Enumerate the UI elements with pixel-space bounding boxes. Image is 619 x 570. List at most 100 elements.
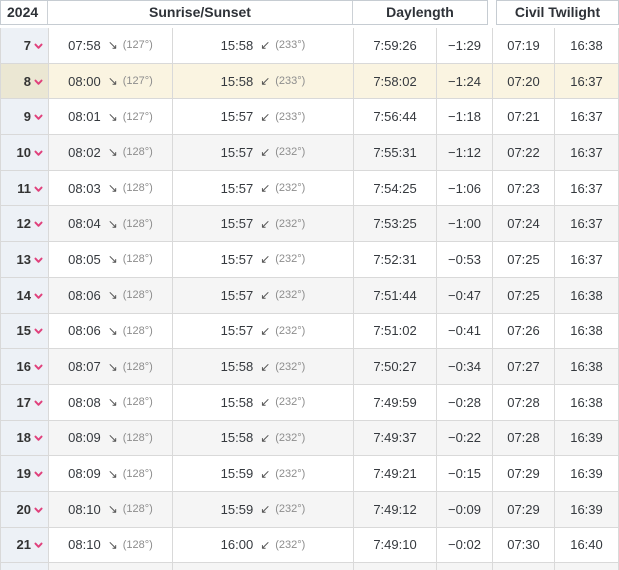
civil-start: 07:19 xyxy=(507,37,540,53)
chevron-down-icon xyxy=(34,221,43,228)
civil-start-cell: 07:28 xyxy=(493,384,555,420)
civil-end: 16:37 xyxy=(570,73,603,89)
table-row: 7 07:58 ↘ (127°) 15:58 ↙ (233°) 7:59:26 … xyxy=(0,28,619,64)
day-cell[interactable]: 11 xyxy=(1,170,49,206)
civil-end-cell: 16:39 xyxy=(555,491,619,527)
day-cell[interactable]: 14 xyxy=(1,277,49,313)
sunrise-azimuth: (128°) xyxy=(122,324,153,337)
daylength-value: 7:49:21 xyxy=(373,466,417,482)
sunset-time: 15:57 xyxy=(220,323,254,339)
table-row: 16 08:07 ↘ (128°) 15:58 ↙ (232°) 7:50:27… xyxy=(0,349,619,385)
daylength-cell: 7:49:10 xyxy=(354,527,437,563)
header-group-civil: Civil Twilight xyxy=(496,0,619,25)
sunset-arrow-icon: ↙ xyxy=(260,145,271,160)
sunset-time: 15:58 xyxy=(220,37,254,53)
sunset-time: 15:59 xyxy=(220,466,254,482)
day-number: 17 xyxy=(16,394,31,410)
sunrise-cell: 08:07 ↘ (128°) xyxy=(49,349,173,384)
day-number: 16 xyxy=(16,359,31,375)
sunset-time: 15:57 xyxy=(220,287,254,303)
day-cell[interactable]: 15 xyxy=(1,313,49,349)
sunset-arrow-icon: ↙ xyxy=(260,288,271,303)
sunset-time: 16:00 xyxy=(220,537,254,553)
sunrise-cell: 08:09 ↘ (128°) xyxy=(49,420,173,456)
sunrise-cell: 07:58 ↘ (127°) xyxy=(49,28,173,63)
sunset-cell: 16:00 ↙ (232°) xyxy=(173,527,354,563)
civil-end: 16:38 xyxy=(570,323,603,339)
daylength-diff: −0:28 xyxy=(448,394,481,410)
table-row: 11 08:03 ↘ (128°) 15:57 ↙ (232°) 7:54:25… xyxy=(0,170,619,207)
table-header: 2024 Sunrise/Sunset Daylength Civil Twil… xyxy=(0,0,619,25)
civil-end-cell: 16:38 xyxy=(555,313,619,349)
sunrise-arrow-icon: ↘ xyxy=(107,181,118,196)
daylength-diff: −0:15 xyxy=(448,466,481,482)
sunset-azimuth: (232°) xyxy=(275,182,306,195)
chevron-down-icon xyxy=(34,257,43,263)
table-row: 12 08:04 ↘ (128°) 15:57 ↙ (232°) 7:53:25… xyxy=(0,206,619,243)
civil-start: 07:26 xyxy=(507,323,540,339)
day-cell[interactable]: 7 xyxy=(1,28,49,63)
sunrise-azimuth: (128°) xyxy=(122,253,153,266)
daylength-cell: 7:49:59 xyxy=(354,384,437,420)
chevron-down-icon xyxy=(34,114,43,120)
civil-start-cell: 07:23 xyxy=(493,170,555,206)
table-row: 18 08:09 ↘ (128°) 15:58 ↙ (232°) 7:49:37… xyxy=(0,420,619,457)
table-row: 17 08:08 ↘ (128°) 15:58 ↙ (232°) 7:49:59… xyxy=(0,384,619,421)
sunset-time: 15:58 xyxy=(220,430,254,446)
civil-end-cell: 16:38 xyxy=(555,28,619,63)
sunset-cell: 15:59 ↙ (232°) xyxy=(173,491,354,527)
sunset-arrow-icon: ↙ xyxy=(260,74,271,89)
sunrise-cell: 08:10 ↘ (128°) xyxy=(49,527,173,563)
chevron-down-icon xyxy=(34,400,43,406)
day-cell[interactable]: 9 xyxy=(1,99,49,135)
sunset-arrow-icon: ↙ xyxy=(260,430,271,445)
sunset-arrow-icon: ↙ xyxy=(260,38,271,53)
day-cell[interactable]: 18 xyxy=(1,420,49,456)
sunset-arrow-icon: ↙ xyxy=(260,216,271,231)
civil-start: 07:22 xyxy=(507,144,540,160)
sunset-arrow-icon: ↙ xyxy=(260,466,271,481)
civil-end: 16:37 xyxy=(570,180,603,196)
day-cell[interactable]: 21 xyxy=(1,527,49,563)
sunset-time: 15:58 xyxy=(220,394,254,410)
sunrise-arrow-icon: ↘ xyxy=(107,466,118,481)
sunrise-azimuth: (127°) xyxy=(122,39,153,52)
daylength-diff: −0:53 xyxy=(448,251,481,267)
year-header: 2024 xyxy=(1,1,48,24)
daylength-diff: −1:12 xyxy=(448,144,481,160)
civil-start-cell: 07:19 xyxy=(493,28,555,63)
day-cell[interactable]: 8 xyxy=(1,63,49,99)
daylength-value: 7:58:02 xyxy=(373,73,417,89)
chevron-down-icon xyxy=(34,507,43,513)
civil-end: 16:38 xyxy=(570,359,603,375)
civil-end-cell: 16:40 xyxy=(555,527,619,563)
sunrise-time: 08:07 xyxy=(68,359,101,375)
daylength-diff: −0:34 xyxy=(448,359,481,375)
sunrise-time: 07:58 xyxy=(68,37,101,53)
daylength-cell: 7:53:25 xyxy=(354,206,437,242)
daylength-value: 7:59:26 xyxy=(373,37,417,53)
day-cell[interactable]: 16 xyxy=(1,349,49,384)
day-cell[interactable]: 20 xyxy=(1,491,49,527)
day-number: 21 xyxy=(16,537,31,553)
day-cell[interactable]: 17 xyxy=(1,384,49,420)
sunrise-azimuth: (128°) xyxy=(122,217,153,230)
sunset-azimuth: (233°) xyxy=(275,39,306,52)
day-cell[interactable]: 19 xyxy=(1,456,49,491)
civil-end: 16:37 xyxy=(570,144,603,160)
day-cell[interactable]: 10 xyxy=(1,135,49,170)
day-cell[interactable]: 13 xyxy=(1,242,49,277)
civil-end: 16:40 xyxy=(570,537,603,553)
sunrise-arrow-icon: ↘ xyxy=(107,145,118,160)
sunset-time: 15:57 xyxy=(220,144,254,160)
day-number: 11 xyxy=(17,180,31,196)
sun-times-table: 2024 Sunrise/Sunset Daylength Civil Twil… xyxy=(0,0,619,570)
sunrise-azimuth: (128°) xyxy=(122,467,153,480)
day-cell[interactable]: 12 xyxy=(1,206,49,242)
header-gap xyxy=(488,0,496,25)
sunrise-azimuth: (128°) xyxy=(122,182,153,195)
sunrise-arrow-icon: ↘ xyxy=(107,216,118,231)
civil-end-cell: 16:38 xyxy=(555,277,619,313)
sunset-time: 15:59 xyxy=(220,501,254,517)
civil-end-cell: 16:37 xyxy=(555,63,619,99)
